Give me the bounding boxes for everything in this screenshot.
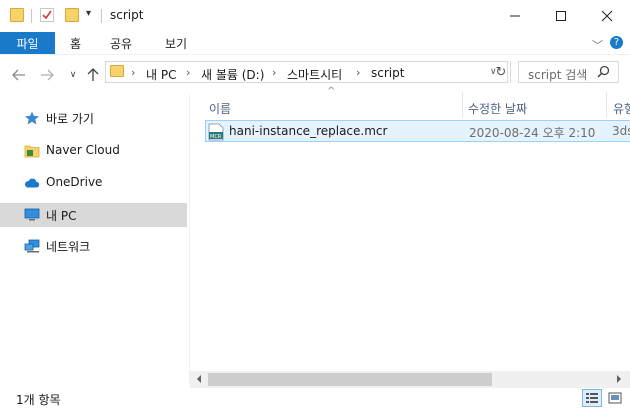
sidebar-item-label: Naver Cloud bbox=[46, 143, 120, 157]
network-icon bbox=[24, 239, 40, 253]
scroll-right-icon[interactable] bbox=[612, 372, 626, 386]
breadcrumb-smartcity[interactable]: 스마트시티 bbox=[287, 66, 342, 83]
chevron-right-icon[interactable]: › bbox=[186, 66, 190, 79]
expand-ribbon-icon[interactable]: ﹀ bbox=[592, 37, 603, 53]
large-icons-view-button[interactable] bbox=[605, 389, 625, 407]
refresh-icon[interactable]: ↻ bbox=[492, 62, 510, 82]
tab-home[interactable]: 홈 bbox=[70, 32, 81, 54]
tab-file[interactable]: 파일 bbox=[0, 32, 55, 54]
sort-ascending-icon: ^ bbox=[327, 86, 336, 97]
divider bbox=[101, 9, 102, 23]
sidebar-item-label: OneDrive bbox=[46, 175, 103, 189]
column-header-type[interactable]: 유형 bbox=[613, 96, 630, 120]
column-separator[interactable] bbox=[606, 92, 607, 118]
svg-text:MCR: MCR bbox=[210, 134, 222, 140]
file-name[interactable]: hani-instance_replace.mcr bbox=[229, 124, 387, 138]
divider bbox=[510, 61, 511, 83]
tab-view[interactable]: 보기 bbox=[165, 32, 187, 54]
column-header-date[interactable]: 수정한 날짜 bbox=[468, 96, 527, 120]
scroll-left-icon[interactable] bbox=[192, 372, 206, 386]
folder-icon bbox=[10, 8, 24, 22]
computer-icon bbox=[24, 208, 40, 221]
details-view-button[interactable] bbox=[582, 389, 602, 407]
ribbon bbox=[0, 32, 630, 54]
properties-icon[interactable] bbox=[40, 8, 54, 22]
file-type: 3ds bbox=[612, 124, 630, 138]
divider bbox=[31, 9, 32, 23]
breadcrumb-script[interactable]: script bbox=[371, 66, 404, 80]
up-button[interactable] bbox=[84, 66, 102, 84]
customize-quick-access-icon[interactable]: ▾ bbox=[86, 8, 91, 19]
sidebar-item-label: 네트워크 bbox=[46, 240, 91, 254]
search-icon[interactable] bbox=[597, 65, 610, 81]
sidebar-item-onedrive[interactable]: OneDrive bbox=[0, 171, 187, 195]
back-button[interactable] bbox=[10, 66, 28, 84]
maximize-button[interactable] bbox=[538, 0, 584, 32]
pane-divider bbox=[189, 94, 190, 384]
new-folder-icon[interactable] bbox=[65, 8, 79, 22]
folder-icon bbox=[110, 65, 124, 77]
breadcrumb-volume-d[interactable]: 새 볼륨 (D:) bbox=[201, 66, 264, 83]
cloud-icon bbox=[24, 178, 40, 188]
chevron-right-icon[interactable]: › bbox=[131, 66, 135, 79]
sidebar-item-network[interactable]: 네트워크 bbox=[0, 234, 187, 258]
status-item-count: 1개 항목 bbox=[16, 393, 61, 407]
chevron-right-icon[interactable]: › bbox=[272, 66, 276, 79]
mcr-file-icon: MCR bbox=[208, 123, 224, 141]
forward-button[interactable] bbox=[38, 66, 56, 84]
sidebar-item-label: 내 PC bbox=[46, 209, 77, 223]
tab-share[interactable]: 공유 bbox=[110, 32, 132, 54]
window-title: script bbox=[110, 8, 144, 22]
chevron-right-icon[interactable]: › bbox=[356, 66, 360, 79]
minimize-button[interactable] bbox=[492, 0, 538, 32]
breadcrumb-this-pc[interactable]: 내 PC bbox=[146, 66, 176, 83]
sidebar-item-label: 바로 가기 bbox=[46, 112, 94, 126]
search-placeholder[interactable]: script 검색 bbox=[528, 66, 587, 83]
recent-locations-icon[interactable]: ∨ bbox=[64, 66, 82, 84]
sidebar-item-naver-cloud[interactable]: Naver Cloud bbox=[0, 139, 187, 163]
close-button[interactable] bbox=[584, 0, 630, 32]
scrollbar-thumb[interactable] bbox=[208, 373, 492, 386]
file-date: 2020-08-24 오후 2:10 bbox=[469, 126, 596, 140]
sidebar-item-this-pc[interactable]: 내 PC bbox=[0, 203, 187, 227]
star-icon bbox=[25, 111, 39, 125]
folder-icon bbox=[24, 145, 40, 158]
column-header-name[interactable]: 이름 bbox=[209, 96, 231, 120]
sidebar-item-quick-access[interactable]: 바로 가기 bbox=[0, 106, 187, 130]
help-icon[interactable]: ? bbox=[610, 36, 623, 49]
column-separator[interactable] bbox=[462, 92, 463, 118]
